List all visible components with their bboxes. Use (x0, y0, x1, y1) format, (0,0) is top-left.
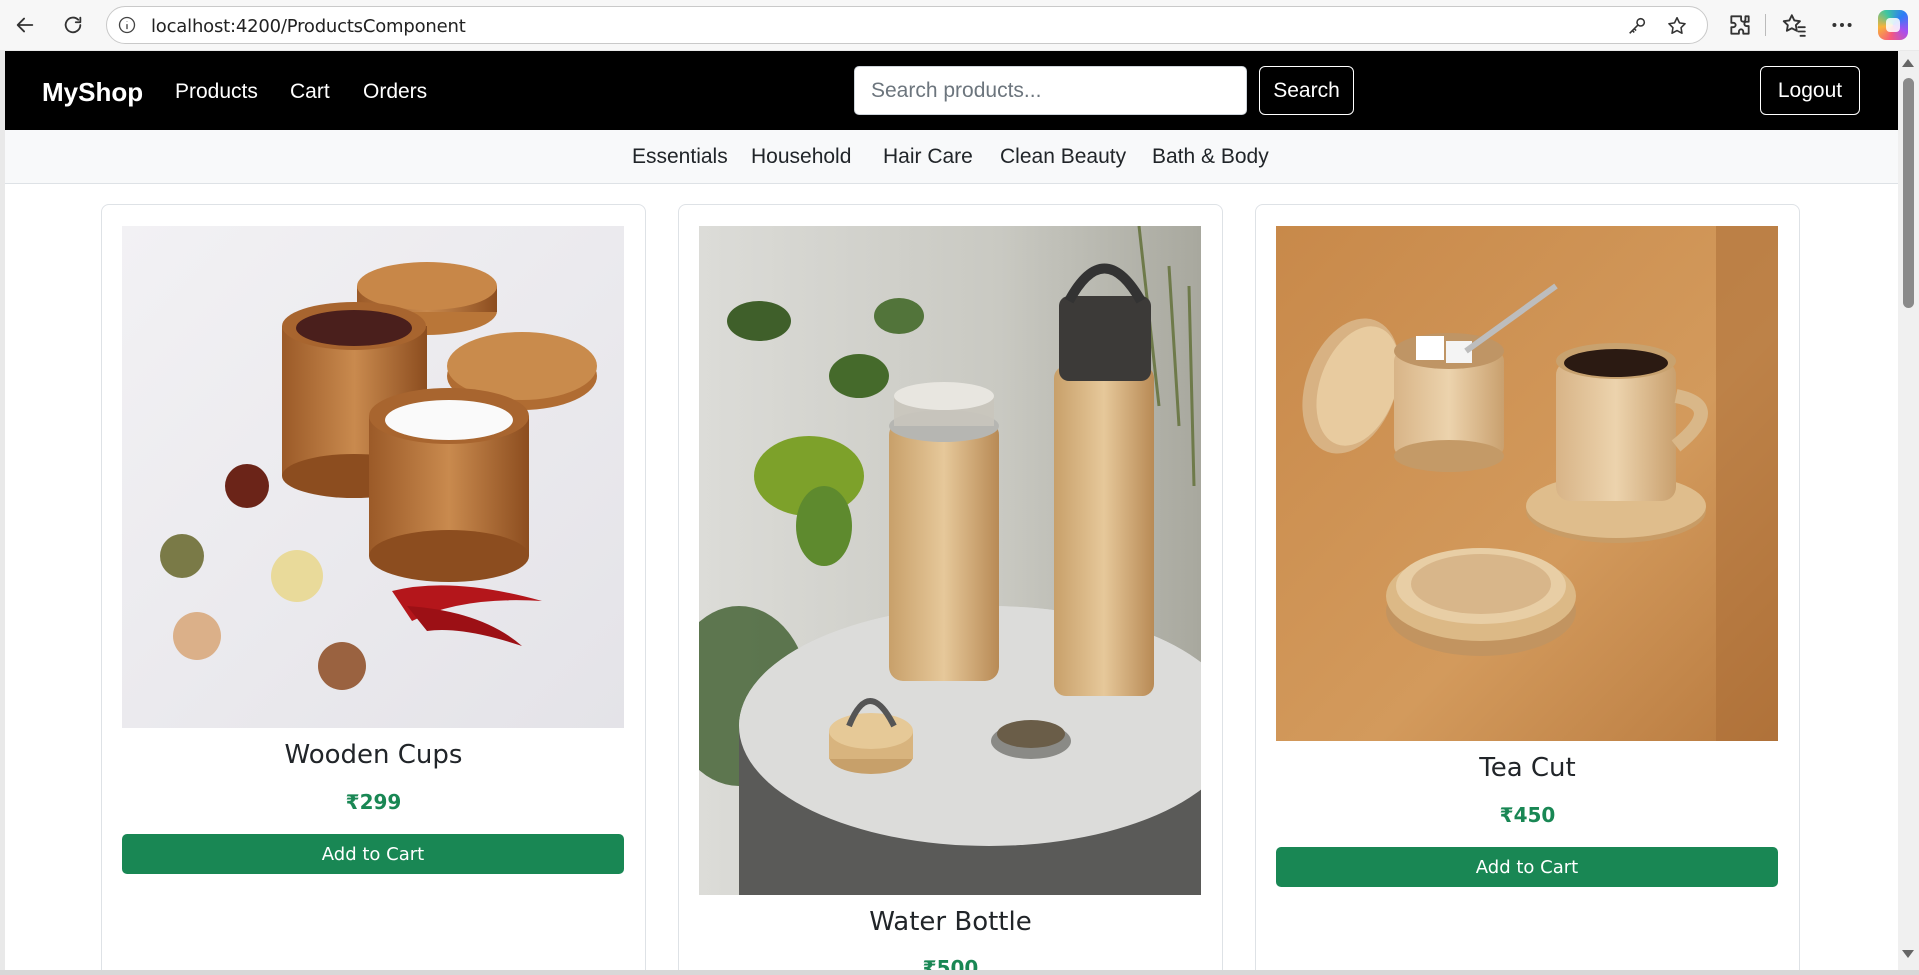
more-menu-icon[interactable] (1829, 12, 1855, 38)
product-name: Water Bottle (869, 907, 1032, 937)
product-image-spice-jars (122, 226, 624, 728)
key-icon[interactable] (1626, 15, 1648, 37)
product-price: ₹299 (345, 790, 402, 814)
product-name: Wooden Cups (284, 740, 463, 770)
scroll-thumb[interactable] (1903, 78, 1914, 308)
product-card: Wooden Cups ₹299 Add to Cart (101, 204, 646, 970)
product-price: ₹500 (922, 956, 979, 970)
search-button[interactable]: Search (1259, 66, 1354, 115)
copilot-icon[interactable] (1878, 10, 1908, 40)
logout-button[interactable]: Logout (1760, 66, 1860, 115)
favorite-star-icon[interactable] (1666, 15, 1688, 37)
scroll-up-icon[interactable] (1902, 59, 1914, 67)
nav-link-products[interactable]: Products (175, 80, 258, 104)
url-text[interactable]: localhost:4200/ProductsComponent (151, 16, 466, 37)
top-navbar: MyShop Products Cart Orders Search Logou… (5, 51, 1898, 130)
product-image-water-bottles (699, 226, 1201, 895)
product-card: Water Bottle ₹500 (678, 204, 1223, 970)
site-info-icon[interactable] (117, 15, 137, 35)
nav-link-cart[interactable]: Cart (290, 80, 330, 104)
refresh-icon[interactable] (58, 10, 88, 40)
product-name: Tea Cut (1479, 753, 1576, 783)
nav-link-orders[interactable]: Orders (363, 80, 427, 104)
add-to-cart-button[interactable]: Add to Cart (122, 834, 624, 874)
add-to-cart-button[interactable]: Add to Cart (1276, 847, 1778, 887)
category-bath-body[interactable]: Bath & Body (1152, 145, 1269, 169)
product-card: Tea Cut ₹450 Add to Cart (1255, 204, 1800, 970)
extensions-icon[interactable] (1727, 12, 1753, 38)
category-essentials[interactable]: Essentials (632, 145, 728, 169)
category-clean-beauty[interactable]: Clean Beauty (1000, 145, 1126, 169)
page-scrollbar[interactable] (1898, 51, 1919, 970)
category-hair-care[interactable]: Hair Care (883, 145, 973, 169)
brand-logo[interactable]: MyShop (42, 77, 143, 108)
address-bar[interactable]: localhost:4200/ProductsComponent (106, 6, 1708, 44)
product-price: ₹450 (1499, 803, 1556, 827)
browser-toolbar: localhost:4200/ProductsComponent (0, 0, 1919, 50)
back-icon[interactable] (10, 10, 40, 40)
favorites-icon[interactable] (1781, 12, 1807, 38)
category-household[interactable]: Household (751, 145, 851, 169)
product-image-tea-set (1276, 226, 1778, 741)
window-bottom-edge (0, 970, 1919, 975)
search-input[interactable] (854, 66, 1247, 115)
category-bar: Essentials Household Hair Care Clean Bea… (5, 130, 1898, 184)
page-viewport: MyShop Products Cart Orders Search Logou… (5, 51, 1898, 970)
toolbar-divider (1765, 14, 1766, 36)
scroll-down-icon[interactable] (1902, 950, 1914, 958)
